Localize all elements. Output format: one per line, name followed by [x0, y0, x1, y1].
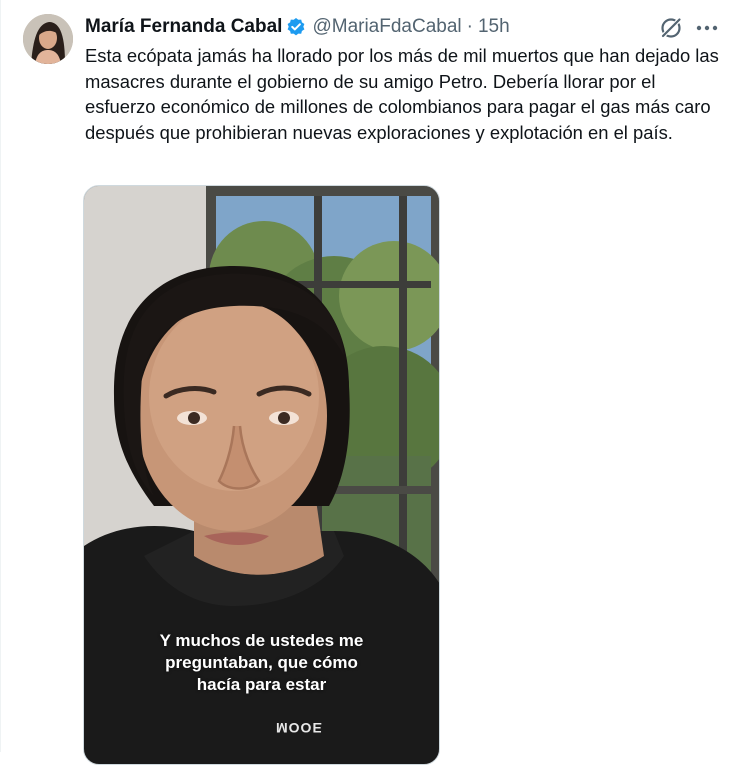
separator-dot: ·	[466, 16, 473, 37]
avatar-image	[23, 14, 73, 64]
caption-line: Y muchos de ustedes me	[159, 631, 364, 650]
caption-line: hacía para estar	[196, 675, 327, 694]
hoodie-print-text: MOOE	[276, 720, 323, 736]
tweet-card[interactable]: María Fernanda Cabal @MariaFdaCabal · 15…	[0, 0, 730, 765]
video-media[interactable]: Y muchos de ustedes me preguntaban, que …	[83, 185, 440, 765]
author-handle[interactable]: @MariaFdaCabal	[312, 16, 461, 38]
video-caption: Y muchos de ustedes me preguntaban, que …	[84, 630, 439, 696]
caption-line: preguntaban, que cómo	[165, 653, 358, 672]
author-name[interactable]: María Fernanda Cabal	[85, 16, 282, 38]
more-icon[interactable]	[692, 15, 722, 41]
tweet-header: María Fernanda Cabal @MariaFdaCabal · 15…	[85, 14, 510, 40]
timestamp[interactable]: 15h	[478, 16, 510, 38]
grok-icon[interactable]	[658, 15, 684, 41]
avatar[interactable]	[23, 14, 73, 64]
tweet-actions	[658, 15, 722, 41]
verified-badge-icon	[286, 17, 306, 37]
tweet-text: Esta ecópata jamás ha llorado por los má…	[85, 45, 719, 143]
